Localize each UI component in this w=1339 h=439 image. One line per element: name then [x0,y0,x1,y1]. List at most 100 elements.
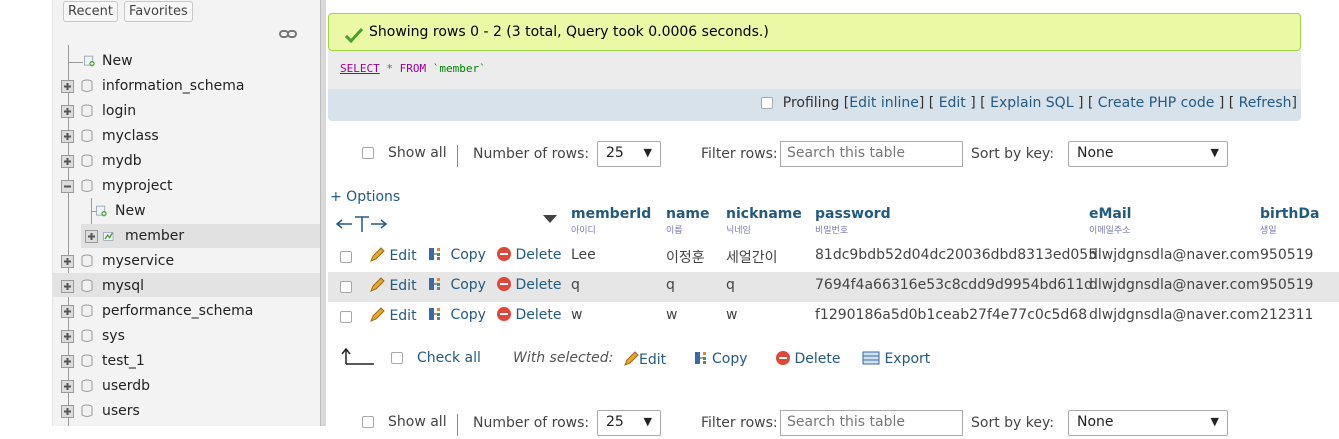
bulk-copy-button[interactable]: Copy [694,351,748,367]
column-header-birthda[interactable]: birthDa 생일 [1260,206,1319,240]
delete-icon [497,277,511,291]
bulk-edit-button[interactable]: Edit [623,351,666,368]
expand-icon[interactable] [61,280,74,293]
tree-item-sys[interactable]: sys [61,325,311,347]
cell-email[interactable]: dlwjdgnsdla@naver.com [1089,307,1260,323]
column-name: birthDa [1260,206,1320,222]
row-copy-button[interactable]: Copy [428,247,486,263]
row-delete-button[interactable]: Delete [497,277,561,293]
cell-name[interactable]: 이정훈 [666,247,705,267]
cell-password[interactable]: 7694f4a66316e53c8cdd9d9954bd611d [815,277,1093,293]
nav-resizer[interactable] [320,0,326,426]
cell-email[interactable]: dlwjdgnsdla@naver.com [1089,247,1260,263]
tree-item-users[interactable]: users [61,400,311,422]
sort-key-select-bottom[interactable]: None ▼ [1068,410,1228,436]
check-all-link[interactable]: Check all [417,350,481,366]
profiling-checkbox[interactable] [761,97,774,109]
cell-name[interactable]: w [666,307,677,323]
expand-icon[interactable] [61,405,74,418]
tree-item-mydb[interactable]: mydb [61,150,311,172]
expand-icon[interactable] [61,155,74,168]
tree-item-userdb[interactable]: userdb [61,375,311,397]
row-delete-button[interactable]: Delete [497,247,561,263]
sql-query: SELECT * FROM `member` [328,51,1301,89]
show-all-checkbox-bottom[interactable] [362,416,374,428]
tree-item-myservice[interactable]: myservice [61,250,311,272]
cell-nickname[interactable]: q [726,277,735,293]
tree-item-myclass[interactable]: myclass [61,125,311,147]
favorites-tab[interactable]: Favorites [124,1,193,22]
options-toggle[interactable]: + Options [330,189,400,205]
expand-icon[interactable] [61,80,74,93]
expand-icon[interactable] [61,380,74,393]
expand-icon[interactable] [61,305,74,318]
column-header-password[interactable]: password 비밀번호 [815,206,891,240]
row-delete-button[interactable]: Delete [497,307,561,323]
explain-sql-link[interactable]: Explain SQL [990,95,1073,111]
column-header-nickname[interactable]: nickname 닉네임 [726,206,802,240]
expand-icon[interactable] [85,230,98,243]
cell-birthda[interactable]: 212311 [1260,307,1313,323]
row-checkbox[interactable] [340,251,352,263]
recent-tab[interactable]: Recent [63,1,118,22]
row-edit-button[interactable]: Edit [369,247,417,264]
column-header-memberid[interactable]: memberId 아이디 [571,206,651,240]
tree-item-test-1[interactable]: test_1 [61,350,311,372]
tree-item-new[interactable]: New [61,50,311,72]
column-resize-arrows-icon[interactable] [336,215,388,233]
pencil-icon [624,351,639,366]
cell-birthda[interactable]: 950519 [1260,277,1313,293]
cell-password[interactable]: f1290186a5d0b1ceab27f4e77c0c5d68 [815,307,1087,323]
cell-nickname[interactable]: w [726,307,737,323]
cell-birthda[interactable]: 950519 [1260,247,1313,263]
cell-memberid[interactable]: q [571,277,580,293]
refresh-link[interactable]: Refresh [1239,95,1292,111]
table-structure-icon [103,232,114,241]
row-checkbox[interactable] [340,281,352,293]
num-rows-select-bottom[interactable]: 25 ▼ [597,410,661,436]
cell-name[interactable]: q [666,277,675,293]
column-header-email[interactable]: eMail 이메일주소 [1089,206,1131,240]
tree-item-member[interactable]: member [85,225,311,247]
row-copy-button[interactable]: Copy [428,307,486,323]
tree-item-mysql[interactable]: mysql [61,275,311,297]
edit-query-link[interactable]: Edit [939,95,966,111]
tree-item-performance-schema[interactable]: performance_schema [61,300,311,322]
tree-item-myproject[interactable]: myproject [61,175,311,197]
expand-icon[interactable] [61,330,74,343]
filter-rows-input[interactable]: Search this table [780,141,963,167]
expand-icon[interactable] [61,355,74,368]
row-copy-button[interactable]: Copy [428,277,486,293]
collapse-icon[interactable] [61,180,74,193]
row-edit-button[interactable]: Edit [369,277,417,294]
tree-item-login[interactable]: login [61,100,311,122]
profiling-label: Profiling [782,95,840,111]
show-all-checkbox[interactable] [362,147,374,159]
edit-inline-link[interactable]: Edit inline [849,95,919,111]
expand-icon[interactable] [61,255,74,268]
cell-memberid[interactable]: Lee [571,247,596,263]
create-php-link[interactable]: Create PHP code [1098,95,1215,111]
filter-rows-input-bottom[interactable]: Search this table [780,410,963,436]
tree-item-label: login [102,103,137,119]
sql-select-keyword[interactable]: SELECT [340,62,380,75]
sql-from-keyword: FROM [399,62,427,75]
expand-icon[interactable] [61,130,74,143]
cell-nickname[interactable]: 세얼간이 [726,247,778,267]
bulk-export-button[interactable]: Export [862,351,930,367]
num-rows-select[interactable]: 25 ▼ [597,141,661,167]
row-checkbox[interactable] [340,311,352,323]
sort-key-select[interactable]: None ▼ [1068,141,1228,167]
cell-memberid[interactable]: w [571,307,582,323]
check-all-checkbox[interactable] [391,352,403,364]
cell-password[interactable]: 81dc9bdb52d04dc20036dbd8313ed055 [815,247,1097,263]
cell-email[interactable]: dlwjdgnsdla@naver.com [1089,277,1260,293]
bulk-delete-button[interactable]: Delete [776,351,840,367]
column-header-name[interactable]: name 이름 [666,206,710,240]
row-edit-button[interactable]: Edit [369,307,417,324]
expand-icon[interactable] [61,105,74,118]
tree-item-information-schema[interactable]: information_schema [61,75,311,97]
tree-item-new[interactable]: New [85,200,311,222]
sort-dropdown-icon[interactable] [542,213,558,225]
link-icon[interactable] [279,27,297,41]
